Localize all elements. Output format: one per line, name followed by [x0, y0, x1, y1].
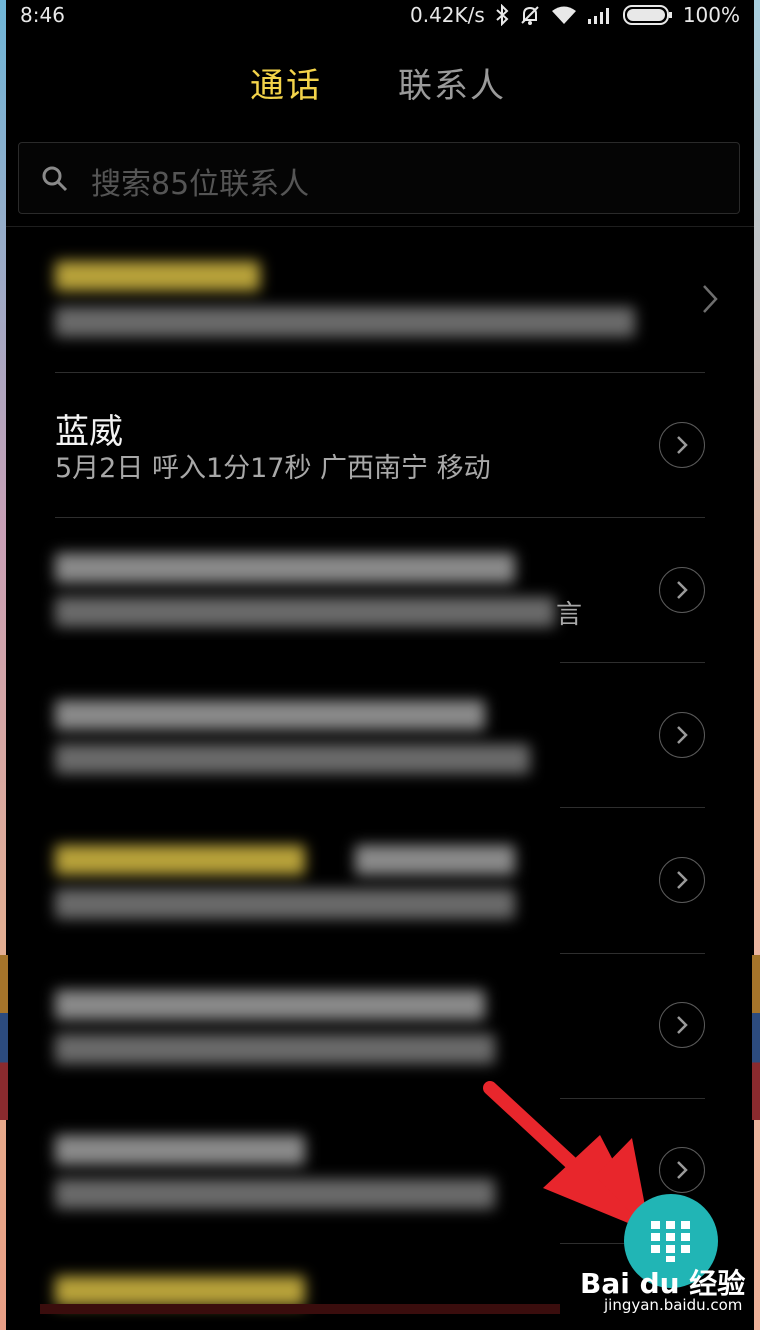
- watermark-url: jingyan.baidu.com: [604, 1296, 743, 1314]
- baidu-watermark: Bai du 经验 jingyan.baidu.com: [580, 1262, 745, 1314]
- red-arrow-annotation: [483, 1081, 650, 1232]
- dialpad-icon: [651, 1221, 690, 1262]
